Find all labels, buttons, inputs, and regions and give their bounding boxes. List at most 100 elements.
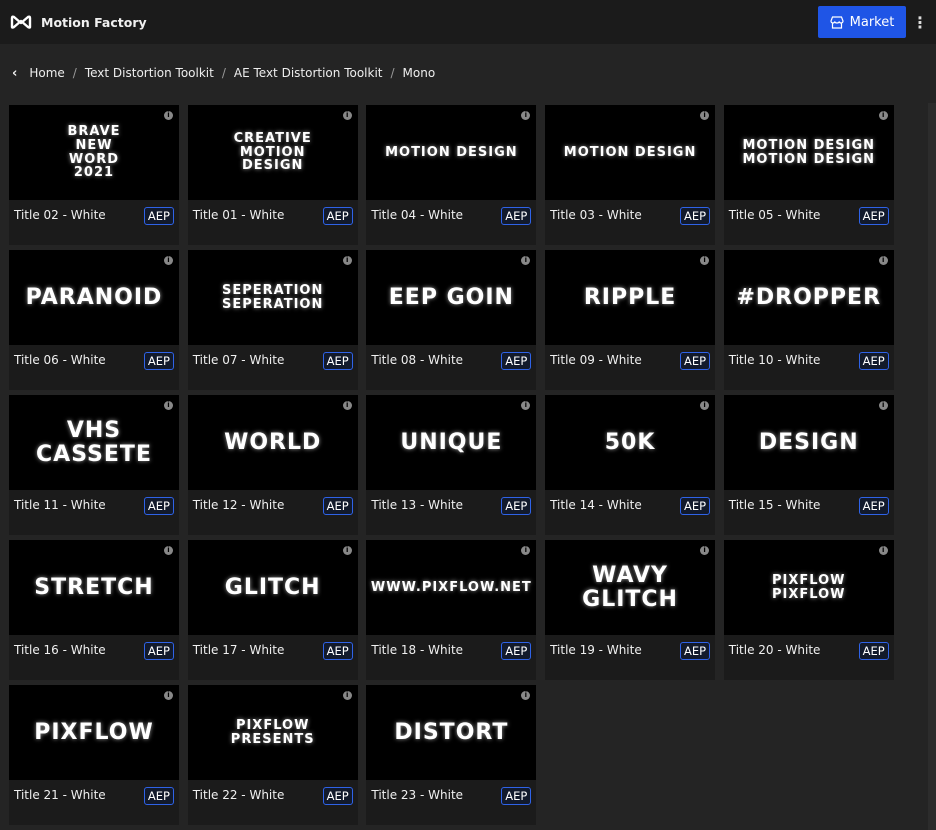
aep-badge: AEP: [143, 497, 174, 515]
template-card[interactable]: STRETCH i Title 16 - White AEP: [9, 540, 179, 680]
template-thumbnail[interactable]: GLITCH: [187, 540, 358, 635]
template-card[interactable]: PARANOID i Title 06 - White AEP: [9, 250, 179, 390]
template-card[interactable]: DISTORT i Title 23 - White AEP: [366, 685, 537, 825]
template-title: Title 05 - White: [728, 208, 821, 222]
template-title: Title 16 - White: [14, 643, 106, 657]
info-icon[interactable]: i: [700, 256, 710, 265]
template-card[interactable]: CREATIVE MOTION DESIGN i Title 01 - Whit…: [187, 105, 358, 245]
template-card[interactable]: WORLD i Title 12 - White AEP: [187, 395, 358, 535]
info-icon[interactable]: i: [700, 401, 710, 410]
template-title: Title 06 - White: [14, 353, 106, 367]
template-thumbnail[interactable]: PIXFLOW: [9, 685, 179, 780]
breadcrumb-text-distortion-toolkit[interactable]: Text Distortion Toolkit: [85, 66, 214, 80]
template-card[interactable]: VHS CASSETE i Title 11 - White AEP: [9, 395, 179, 535]
thumbnail-lettering: GLITCH: [224, 574, 321, 600]
template-card[interactable]: MOTION DESIGN MOTION DESIGN i Title 05 -…: [723, 105, 894, 245]
market-button[interactable]: Market: [818, 6, 906, 38]
template-thumbnail[interactable]: PIXFLOW PIXFLOW: [723, 540, 894, 635]
aep-badge: AEP: [143, 207, 174, 225]
template-thumbnail[interactable]: WAVY GLITCH: [545, 540, 716, 635]
aep-badge: AEP: [322, 787, 353, 805]
template-title: Title 12 - White: [192, 498, 285, 512]
thumbnail-lettering: WORLD: [224, 429, 322, 455]
template-thumbnail[interactable]: MOTION DESIGN MOTION DESIGN: [723, 105, 894, 200]
info-icon[interactable]: i: [342, 691, 352, 700]
info-icon[interactable]: i: [164, 691, 173, 700]
template-thumbnail[interactable]: MOTION DESIGN: [366, 105, 537, 200]
thumbnail-lettering: MOTION DESIGN MOTION DESIGN: [742, 137, 876, 167]
template-card[interactable]: WAVY GLITCH i Title 19 - White AEP: [545, 540, 716, 680]
template-thumbnail[interactable]: DISTORT: [366, 685, 537, 780]
template-grid: BRAVE NEW WORD 2021 i Title 02 - White A…: [9, 105, 894, 825]
thumbnail-lettering: #DROPPER: [736, 284, 882, 310]
aep-badge: AEP: [679, 497, 711, 515]
template-card[interactable]: #DROPPER i Title 10 - White AEP: [723, 250, 894, 390]
template-title: Title 08 - White: [371, 353, 464, 367]
aep-badge: AEP: [143, 352, 174, 370]
template-title: Title 01 - White: [192, 208, 285, 222]
breadcrumb-home[interactable]: Home: [29, 66, 64, 80]
template-thumbnail[interactable]: RIPPLE: [545, 250, 716, 345]
back-chevron-icon[interactable]: ‹: [12, 66, 17, 81]
template-thumbnail[interactable]: EEP GOIN: [366, 250, 537, 345]
aep-badge: AEP: [679, 207, 711, 225]
info-icon[interactable]: i: [878, 546, 888, 555]
template-thumbnail[interactable]: SEPERATION SEPERATION: [187, 250, 358, 345]
template-title: Title 13 - White: [371, 498, 464, 512]
template-thumbnail[interactable]: WWW.PIXFLOW.NET: [366, 540, 537, 635]
more-vertical-icon[interactable]: ⋮: [912, 13, 928, 32]
breadcrumb-ae-text-distortion-toolkit[interactable]: AE Text Distortion Toolkit: [234, 66, 383, 80]
template-thumbnail[interactable]: #DROPPER: [723, 250, 894, 345]
template-thumbnail[interactable]: UNIQUE: [366, 395, 537, 490]
scrollbar[interactable]: [928, 103, 936, 830]
template-card[interactable]: 50K i Title 14 - White AEP: [545, 395, 716, 535]
template-thumbnail[interactable]: CREATIVE MOTION DESIGN: [187, 105, 358, 200]
info-icon[interactable]: i: [342, 401, 352, 410]
template-card[interactable]: MOTION DESIGN i Title 04 - White AEP: [366, 105, 537, 245]
template-thumbnail[interactable]: VHS CASSETE: [9, 395, 179, 490]
template-title: Title 15 - White: [728, 498, 821, 512]
template-thumbnail[interactable]: WORLD: [187, 395, 358, 490]
template-card[interactable]: GLITCH i Title 17 - White AEP: [187, 540, 358, 680]
info-icon[interactable]: i: [878, 256, 888, 265]
template-thumbnail[interactable]: PARANOID: [9, 250, 179, 345]
breadcrumb: ‹ Home / Text Distortion Toolkit / AE Te…: [0, 44, 936, 102]
template-thumbnail[interactable]: MOTION DESIGN: [545, 105, 716, 200]
template-card[interactable]: EEP GOIN i Title 08 - White AEP: [366, 250, 537, 390]
template-card[interactable]: RIPPLE i Title 09 - White AEP: [545, 250, 716, 390]
aep-badge: AEP: [858, 497, 889, 515]
template-card[interactable]: PIXFLOW PIXFLOW i Title 20 - White AEP: [723, 540, 894, 680]
template-card[interactable]: UNIQUE i Title 13 - White AEP: [366, 395, 537, 535]
template-card[interactable]: PIXFLOW PRESENTS i Title 22 - White AEP: [187, 685, 358, 825]
breadcrumb-separator: /: [72, 66, 77, 80]
info-icon[interactable]: i: [342, 256, 352, 265]
template-thumbnail[interactable]: DESIGN: [723, 395, 894, 490]
info-icon[interactable]: i: [164, 546, 173, 555]
template-card[interactable]: SEPERATION SEPERATION i Title 07 - White…: [187, 250, 358, 390]
template-card[interactable]: DESIGN i Title 15 - White AEP: [723, 395, 894, 535]
info-icon[interactable]: i: [164, 401, 173, 410]
info-icon[interactable]: i: [700, 111, 710, 120]
info-icon[interactable]: i: [878, 111, 888, 120]
info-icon[interactable]: i: [700, 546, 710, 555]
info-icon[interactable]: i: [878, 401, 888, 410]
template-thumbnail[interactable]: 50K: [545, 395, 716, 490]
template-card[interactable]: BRAVE NEW WORD 2021 i Title 02 - White A…: [9, 105, 179, 245]
aep-badge: AEP: [501, 787, 532, 805]
thumbnail-lettering: 50K: [604, 429, 656, 455]
template-card[interactable]: MOTION DESIGN i Title 03 - White AEP: [545, 105, 716, 245]
template-card[interactable]: PIXFLOW i Title 21 - White AEP: [9, 685, 179, 825]
info-icon[interactable]: i: [164, 256, 173, 265]
info-icon[interactable]: i: [342, 546, 352, 555]
template-thumbnail[interactable]: STRETCH: [9, 540, 179, 635]
info-icon[interactable]: i: [342, 111, 352, 120]
template-title: Title 19 - White: [550, 643, 642, 657]
thumbnail-lettering: MOTION DESIGN: [385, 144, 518, 160]
template-thumbnail[interactable]: PIXFLOW PRESENTS: [187, 685, 358, 780]
info-icon[interactable]: i: [164, 111, 173, 120]
template-title: Title 09 - White: [550, 353, 642, 367]
template-card[interactable]: WWW.PIXFLOW.NET i Title 18 - White AEP: [366, 540, 537, 680]
template-thumbnail[interactable]: BRAVE NEW WORD 2021: [9, 105, 179, 200]
breadcrumb-separator: /: [390, 66, 395, 80]
thumbnail-lettering: CREATIVE MOTION DESIGN: [233, 131, 312, 174]
